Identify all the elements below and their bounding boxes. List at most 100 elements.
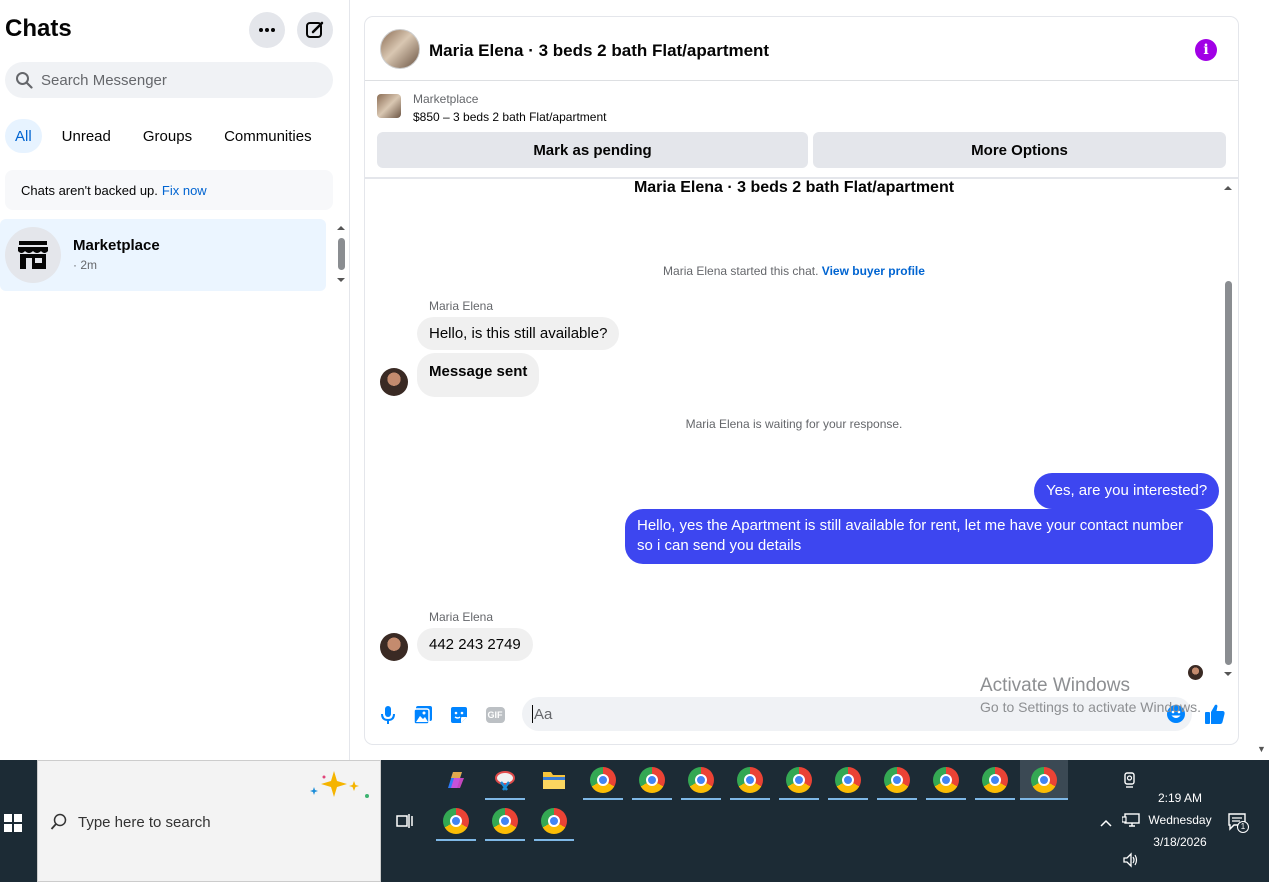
clock-time[interactable]: 2:19 AM [1140,791,1220,805]
running-indicator [485,798,525,800]
taskbar-file-explorer[interactable] [534,760,574,800]
search-placeholder: Search Messenger [41,71,167,89]
taskbar-chrome-6[interactable] [828,760,868,800]
attach-media-button[interactable] [412,704,434,726]
search-messenger-input[interactable]: Search Messenger [5,62,333,98]
chrome-icon [786,767,812,793]
chrome-icon [688,767,714,793]
listing-avatar[interactable] [380,29,420,69]
listing-thumbnail[interactable] [377,94,401,118]
taskbar-snipping-tool[interactable] [485,760,525,800]
taskbar-search-placeholder: Type here to search [78,814,211,831]
tab-communities[interactable]: Communities [212,119,324,153]
webcam-icon [1124,772,1135,788]
send-like-button[interactable] [1204,703,1226,725]
info-icon[interactable]: i [1195,39,1217,61]
running-indicator [828,798,868,800]
running-indicator [534,839,574,841]
folder-icon [543,772,565,789]
windows-taskbar: Type here to search 2:19 AM Wednesday 3/… [0,760,1269,882]
conversation-title: Maria Elena · 3 beds 2 bath Flat/apartme… [633,179,955,196]
task-view-icon [396,814,413,828]
chat-list-item-marketplace[interactable]: Marketplace · 2m [0,219,326,291]
taskbar-chrome-3[interactable] [681,760,721,800]
chat-started-notice: Maria Elena started this chat. View buye… [365,264,1223,278]
running-indicator [926,798,966,800]
clock-date[interactable]: 3/18/2026 [1140,835,1220,849]
sticker-button[interactable] [448,704,470,726]
fix-now-link[interactable]: Fix now [162,183,207,198]
taskbar-chrome-13[interactable] [534,801,574,841]
mark-as-pending-button[interactable]: Mark as pending [377,132,808,168]
chrome-icon [590,767,616,793]
chat-name: Marketplace [73,237,160,254]
sidebar-title: Chats [5,15,72,42]
tab-all[interactable]: All [5,119,42,153]
action-center-button[interactable]: 1 [1228,812,1249,837]
message-incoming[interactable]: Hello, is this still available? [417,317,620,350]
chrome-icon [541,808,567,834]
network-button[interactable] [1121,813,1140,834]
backup-notice-text: Chats aren't backed up. [21,182,158,198]
more-options-button[interactable] [249,12,285,48]
taskbar-chrome-9[interactable] [975,760,1015,800]
taskbar-chrome-5[interactable] [779,760,819,800]
taskbar-chrome-7[interactable] [877,760,917,800]
taskbar-chrome-1[interactable] [583,760,623,800]
storefront-icon [18,241,48,269]
search-icon [16,72,33,89]
message-incoming[interactable]: 442 243 2749 [417,628,533,661]
message-input-placeholder: Aa [534,705,553,723]
message-incoming[interactable]: Message sent [417,353,540,397]
running-indicator [436,839,476,841]
clock-day[interactable]: Wednesday [1140,813,1220,827]
sender-avatar[interactable] [380,368,408,396]
taskbar-chrome-8[interactable] [926,760,966,800]
chrome-icon [639,767,665,793]
task-view-button[interactable] [385,801,425,841]
waiting-notice: Maria Elena is waiting for your response… [685,417,903,431]
more-horizontal-icon [259,28,275,32]
chrome-icon [492,808,518,834]
sidebar-scroll-thumb[interactable] [338,238,345,270]
chevron-up-icon [1100,819,1112,827]
chrome-icon [884,767,910,793]
taskbar-chrome-10-active[interactable] [1020,760,1068,800]
taskbar-chrome-12[interactable] [485,801,525,841]
tab-unread[interactable]: Unread [50,119,123,153]
activate-windows-subtitle: Go to Settings to activate Windows. [980,699,1201,715]
gif-icon: GIF [485,707,505,723]
activate-windows-title: Activate Windows [980,675,1130,696]
thumbs-up-icon [1205,704,1225,724]
taskbar-search-box[interactable]: Type here to search [37,760,381,882]
page-scroll-down-icon[interactable]: ▼ [1257,744,1266,754]
windows-logo-icon [4,814,22,832]
chrome-icon [982,767,1008,793]
taskbar-chrome-2[interactable] [632,760,672,800]
volume-button[interactable] [1122,852,1140,873]
voice-clip-button[interactable] [377,704,399,726]
speaker-icon [1123,852,1138,868]
message-outgoing[interactable]: Yes, are you interested? [1034,473,1220,509]
meet-now-button[interactable] [1122,772,1138,793]
taskbar-copilot[interactable] [436,760,476,800]
chrome-icon [1031,767,1057,793]
new-message-button[interactable] [297,12,333,48]
chrome-icon [835,767,861,793]
message-outgoing[interactable]: Hello, yes the Apartment is still availa… [625,509,1213,564]
taskbar-chrome-11[interactable] [436,801,476,841]
show-hidden-icons-button[interactable] [1099,815,1113,833]
taskbar-chrome-4[interactable] [730,760,770,800]
chat-filter-tabs: All Unread Groups Communities [5,119,324,153]
view-buyer-profile-link[interactable]: View buyer profile [822,264,925,278]
conversation-header-title[interactable]: Maria Elena · 3 beds 2 bath Flat/apartme… [429,41,769,61]
copilot-icon [448,772,464,788]
running-indicator [583,798,623,800]
start-button[interactable] [4,814,22,837]
gif-button[interactable]: GIF [484,704,506,726]
listing-price[interactable]: $850 – 3 beds 2 bath Flat/apartment [413,110,606,124]
tab-groups[interactable]: Groups [131,119,204,153]
more-options-listing-button[interactable]: More Options [813,132,1226,168]
conversation-scroll-thumb[interactable] [1225,281,1232,665]
sender-avatar[interactable] [380,633,408,661]
